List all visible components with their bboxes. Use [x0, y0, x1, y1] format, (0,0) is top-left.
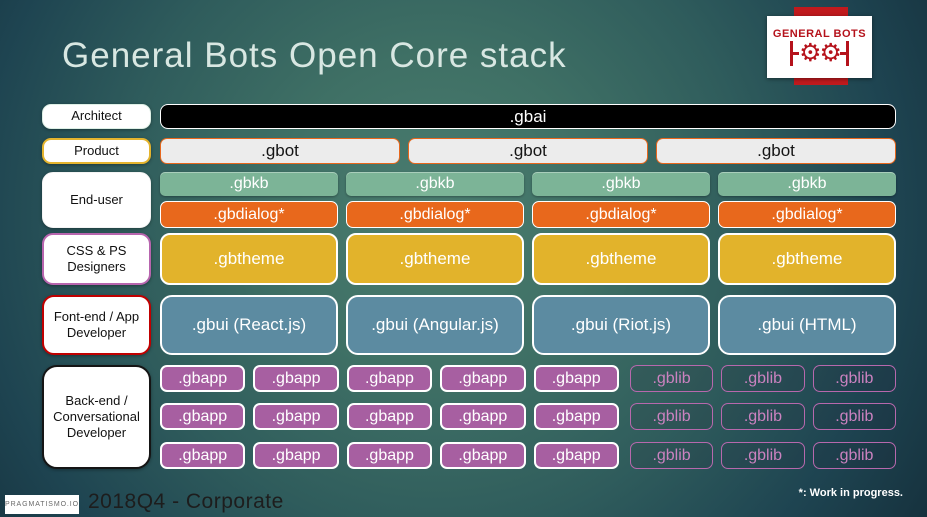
- row-gbui: .gbui (React.js) .gbui (Angular.js) .gbu…: [160, 295, 896, 355]
- stack-box-gbapp: .gbapp: [346, 365, 433, 392]
- stack-box-gbkb: .gbkb: [160, 172, 338, 196]
- stack-box-gblib: .gblib: [721, 442, 805, 469]
- stack-box-gblib: .gblib: [721, 365, 805, 392]
- sidebar-label-frontend-app-developer: Font-end / App Developer: [42, 295, 151, 355]
- work-in-progress-note: *: Work in progress.: [798, 487, 903, 499]
- row-gbot: .gbot .gbot .gbot: [160, 138, 896, 164]
- footer-caption: 2018Q4 - Corporate: [88, 490, 284, 513]
- slide: General Bots Open Core stack GENERAL BOT…: [0, 0, 927, 517]
- stack-box-gblib: .gblib: [629, 442, 714, 469]
- row-gbapp-gblib-1: .gbapp .gbapp .gbapp .gbapp .gbapp .gbli…: [160, 365, 896, 392]
- stack-box-gbui-angular: .gbui (Angular.js): [346, 295, 524, 355]
- stack-box-gbdialog: .gbdialog*: [160, 201, 338, 228]
- stack-box-gbapp: .gbapp: [346, 403, 433, 430]
- stack-box-gbot: .gbot: [160, 138, 400, 164]
- stack-box-gbapp: .gbapp: [160, 403, 246, 430]
- stack-box-gbtheme: .gbtheme: [718, 233, 896, 285]
- stack-box-gbdialog: .gbdialog*: [532, 201, 710, 228]
- stack-box-gbapp: .gbapp: [533, 403, 619, 430]
- row-gbapp-gblib-2: .gbapp .gbapp .gbapp .gbapp .gbapp .gbli…: [160, 403, 896, 430]
- stack-box-gblib: .gblib: [629, 403, 714, 430]
- gear-glyphs-icon: ⚙⚙: [799, 39, 842, 67]
- stack-box-gbapp: .gbapp: [346, 442, 433, 469]
- stack-box-gbtheme: .gbtheme: [532, 233, 710, 285]
- stack-box-gbui-react: .gbui (React.js): [160, 295, 338, 355]
- stack-box-gblib: .gblib: [812, 365, 896, 392]
- stack-box-gbkb: .gbkb: [718, 172, 896, 196]
- sidebar-label-backend-conversational-developer: Back-end / Conversational Developer: [42, 365, 151, 469]
- row-gbtheme: .gbtheme .gbtheme .gbtheme .gbtheme: [160, 233, 896, 285]
- stack-box-gblib: .gblib: [721, 403, 805, 430]
- stack-box-gbapp: .gbapp: [160, 442, 246, 469]
- sidebar-label-css-ps-designers: CSS & PS Designers: [42, 233, 151, 285]
- row-gbapp-gblib-3: .gbapp .gbapp .gbapp .gbapp .gbapp .gbli…: [160, 442, 896, 469]
- sidebar-label-architect: Architect: [42, 104, 151, 129]
- gear-endbar-icon: [845, 41, 849, 66]
- stack-box-gbot: .gbot: [408, 138, 648, 164]
- stack-box-gblib: .gblib: [812, 403, 896, 430]
- stack-box-gbot: .gbot: [656, 138, 896, 164]
- stack-box-gbui-html: .gbui (HTML): [718, 295, 896, 355]
- stack-box-gbapp: .gbapp: [253, 365, 339, 392]
- row-gbkb: .gbkb .gbkb .gbkb .gbkb: [160, 172, 896, 196]
- stack-box-gbdialog: .gbdialog*: [718, 201, 896, 228]
- general-bots-logo: GENERAL BOTS ⚙⚙: [767, 16, 872, 78]
- stack-box-gbai: .gbai: [160, 104, 896, 129]
- stack-box-gbkb: .gbkb: [346, 172, 524, 196]
- gears-icon: ⚙⚙: [790, 41, 849, 66]
- row-gbai: .gbai: [160, 104, 896, 129]
- stack-box-gbapp: .gbapp: [253, 442, 339, 469]
- pragmatismo-badge: PRAGMATISMO.IO: [5, 495, 79, 514]
- stack-box-gbapp: .gbapp: [440, 403, 526, 430]
- stack-box-gbapp: .gbapp: [160, 365, 246, 392]
- sidebar-label-end-user: End-user: [42, 172, 151, 228]
- stack-box-gbapp: .gbapp: [533, 365, 619, 392]
- stack-box-gbapp: .gbapp: [440, 365, 526, 392]
- stack-box-gbtheme: .gbtheme: [346, 233, 524, 285]
- stack-box-gbapp: .gbapp: [253, 403, 339, 430]
- sidebar-label-product: Product: [42, 138, 151, 164]
- stack-box-gblib: .gblib: [812, 442, 896, 469]
- page-title: General Bots Open Core stack: [62, 36, 567, 75]
- stack-box-gbtheme: .gbtheme: [160, 233, 338, 285]
- stack-box-gbui-riot: .gbui (Riot.js): [532, 295, 710, 355]
- stack-box-gbapp: .gbapp: [440, 442, 526, 469]
- stack-box-gblib: .gblib: [629, 365, 714, 392]
- stack-box-gbkb: .gbkb: [532, 172, 710, 196]
- stack-box-gbdialog: .gbdialog*: [346, 201, 524, 228]
- row-gbdialog: .gbdialog* .gbdialog* .gbdialog* .gbdial…: [160, 201, 896, 228]
- stack-box-gbapp: .gbapp: [533, 442, 619, 469]
